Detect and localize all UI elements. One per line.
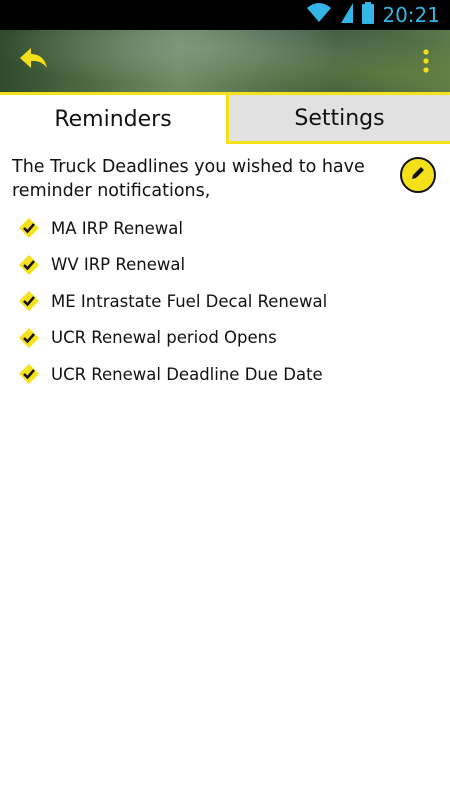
status-time: 20:21 [382, 3, 440, 27]
status-bar: 20:21 [0, 0, 450, 30]
overflow-menu-icon [420, 49, 432, 80]
edit-reminders-button[interactable] [400, 157, 436, 193]
intro-text: The Truck Deadlines you wished to have r… [12, 157, 365, 201]
reminder-list: MA IRP Renewal WV IRP Renewal ME Intrast… [18, 210, 438, 393]
status-icons: 20:21 [306, 0, 440, 30]
tab-settings[interactable]: Settings [226, 92, 450, 144]
pencil-icon [409, 164, 427, 186]
list-item: UCR Renewal Deadline Due Date [18, 356, 438, 393]
back-button[interactable] [18, 46, 50, 76]
list-item: ME Intrastate Fuel Decal Renewal [18, 283, 438, 320]
action-bar [0, 30, 450, 92]
battery-icon [362, 2, 375, 28]
overflow-menu-button[interactable] [420, 48, 432, 76]
checkmark-icon [18, 290, 40, 312]
reminder-label: ME Intrastate Fuel Decal Renewal [51, 291, 328, 311]
reminder-label: WV IRP Renewal [51, 255, 186, 275]
checkmark-icon [18, 254, 40, 276]
list-item: UCR Renewal period Opens [18, 320, 438, 357]
checkmark-icon [18, 363, 40, 385]
wifi-icon [306, 2, 332, 28]
checkmark-icon [18, 327, 40, 349]
list-item: MA IRP Renewal [18, 210, 438, 247]
reminder-label: UCR Renewal period Opens [51, 328, 277, 348]
tab-settings-label: Settings [294, 105, 385, 131]
tab-bar: Reminders Settings [0, 92, 450, 144]
list-item: WV IRP Renewal [18, 247, 438, 284]
checkmark-icon [18, 217, 40, 239]
tab-reminders-label: Reminders [54, 107, 172, 132]
back-arrow-icon [18, 48, 50, 80]
reminder-label: MA IRP Renewal [51, 218, 183, 238]
reminder-label: UCR Renewal Deadline Due Date [51, 364, 323, 384]
tab-reminders[interactable]: Reminders [0, 92, 226, 144]
cell-signal-icon [340, 2, 354, 28]
